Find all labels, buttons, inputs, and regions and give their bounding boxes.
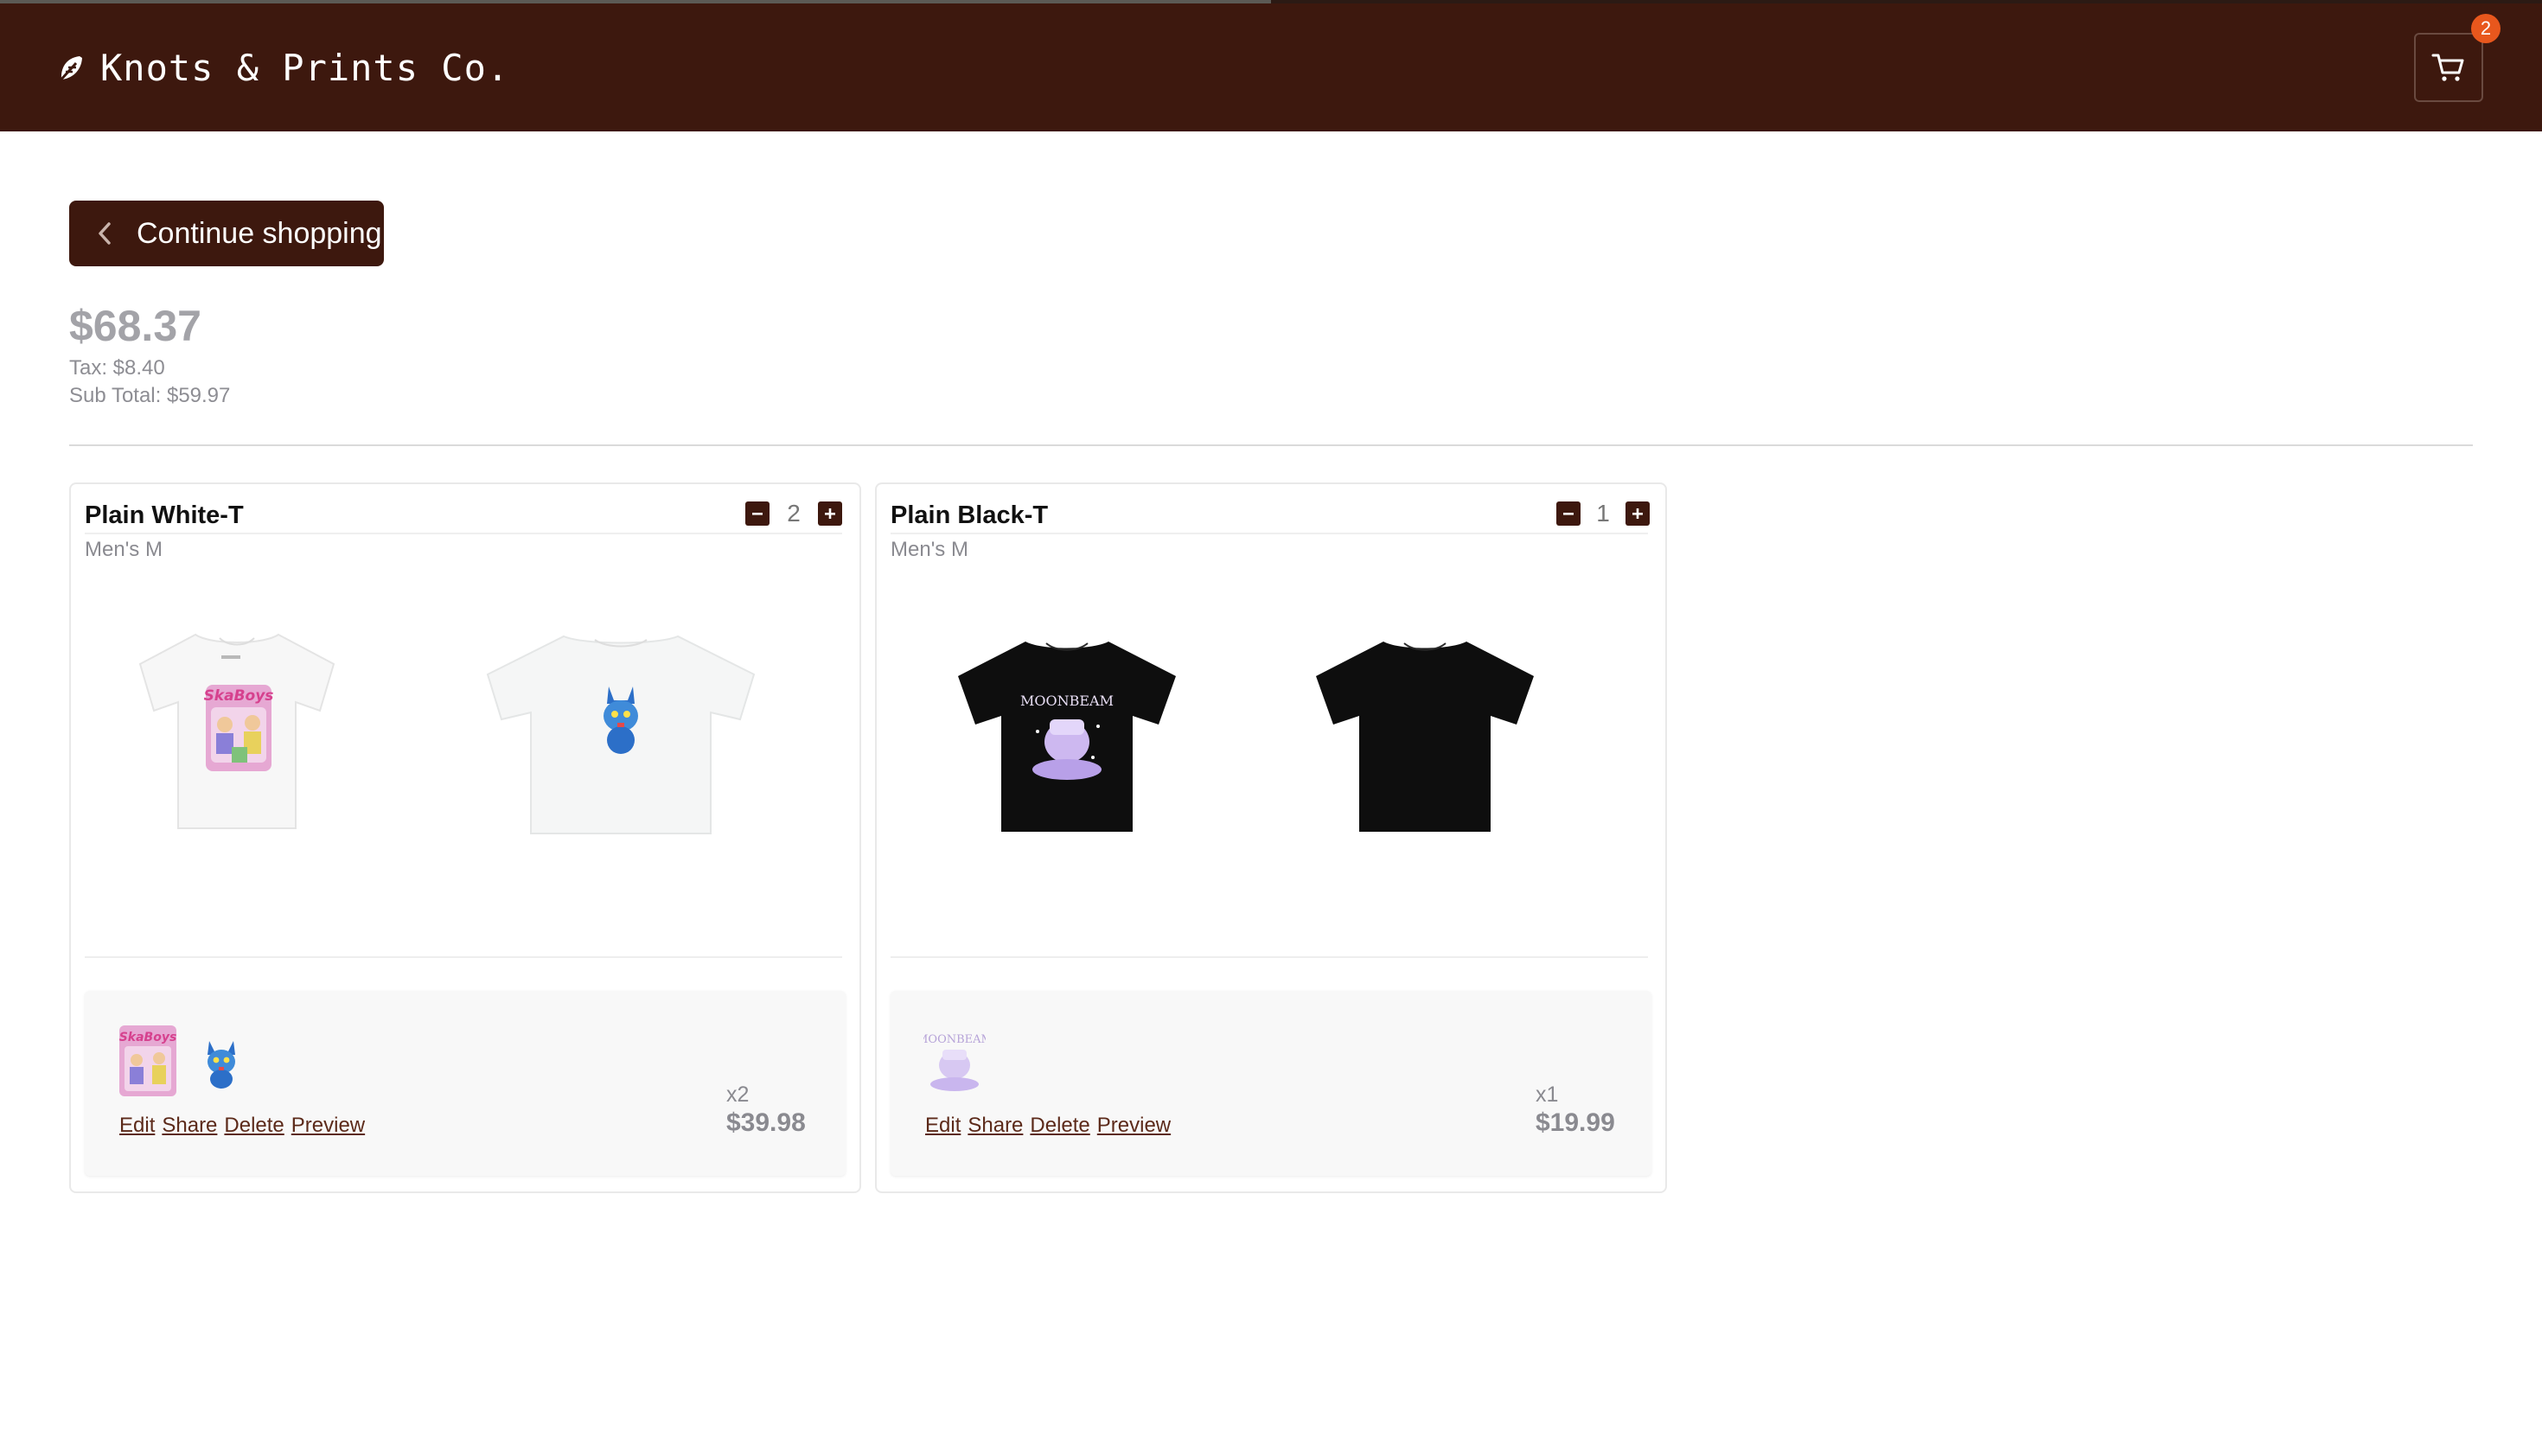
cart-button[interactable]	[2414, 33, 2483, 102]
cart-item-card: Plain Black-T 1 Men's M MOONBEAM MO	[875, 482, 1667, 1193]
plus-icon	[1632, 508, 1643, 519]
minus-icon	[1563, 513, 1574, 515]
decrease-quantity-button[interactable]	[745, 501, 770, 526]
preview-link[interactable]: Preview	[1097, 1114, 1171, 1137]
item-title: Plain Black-T	[891, 501, 1049, 529]
subtotal-amount: Sub Total: $59.97	[69, 384, 231, 407]
item-multiplier: x2	[726, 1082, 750, 1107]
design-summary-panel: SkaBoys Edit Share Delete Preview x2 $39.98	[85, 991, 846, 1176]
quantity-stepper: 2	[745, 500, 842, 527]
edit-link[interactable]: Edit	[119, 1114, 155, 1137]
share-link[interactable]: Share	[162, 1114, 217, 1137]
share-link[interactable]: Share	[968, 1114, 1023, 1137]
quantity-stepper: 1	[1556, 500, 1650, 527]
black-tshirt-front-image: MOONBEAM	[958, 642, 1176, 832]
white-tshirt-back-image	[486, 635, 756, 834]
svg-text:SkaBoys: SkaBoys	[204, 687, 274, 705]
delete-link[interactable]: Delete	[1030, 1114, 1089, 1137]
quantity-value: 1	[1596, 500, 1610, 527]
design-actions: Edit Share Delete Preview	[119, 1114, 372, 1138]
app-header: Knots & Prints Co.	[0, 3, 2542, 131]
design-thumbnail[interactable]: SkaBoys	[118, 1022, 178, 1098]
minus-icon	[752, 513, 763, 515]
item-variant: Men's M	[85, 538, 163, 561]
plus-icon	[825, 508, 835, 519]
white-tshirt-front-image: SkaBoys	[138, 633, 335, 829]
continue-shopping-label: Continue shopping	[137, 216, 382, 250]
continue-shopping-button[interactable]: Continue shopping	[69, 201, 384, 266]
preview-link[interactable]: Preview	[291, 1114, 365, 1137]
skaterboys-print: SkaBoys	[204, 685, 274, 771]
decrease-quantity-button[interactable]	[1556, 501, 1581, 526]
item-price: $19.99	[1536, 1108, 1615, 1137]
card-separator	[891, 956, 1648, 958]
black-tshirt-back-image	[1316, 642, 1534, 832]
title-underline	[891, 533, 1648, 534]
tax-amount: Tax: $8.40	[69, 356, 165, 380]
delete-link[interactable]: Delete	[224, 1114, 284, 1137]
design-actions: Edit Share Delete Preview	[925, 1114, 1178, 1138]
item-multiplier: x1	[1536, 1082, 1559, 1107]
svg-text:SkaBoys: SkaBoys	[119, 1031, 177, 1044]
brand[interactable]: Knots & Prints Co.	[54, 47, 509, 89]
divider	[69, 444, 2473, 446]
feather-icon	[57, 55, 82, 83]
increase-quantity-button[interactable]	[1625, 501, 1650, 526]
design-thumbnail[interactable]: MOONBEAM	[923, 1029, 986, 1095]
card-separator	[85, 956, 842, 958]
item-variant: Men's M	[891, 538, 968, 561]
design-thumbnail[interactable]	[202, 1038, 240, 1089]
svg-text:MOONBEAM: MOONBEAM	[1020, 693, 1114, 709]
order-total: $68.37	[69, 302, 201, 350]
item-price: $39.98	[726, 1108, 806, 1137]
svg-text:MOONBEAM: MOONBEAM	[923, 1033, 986, 1046]
chevron-left-icon	[99, 222, 111, 245]
quantity-value: 2	[787, 500, 801, 527]
title-underline	[85, 533, 842, 534]
cart-icon	[2431, 54, 2464, 81]
item-title: Plain White-T	[85, 501, 244, 529]
brand-name: Knots & Prints Co.	[100, 47, 510, 89]
cart-count-badge: 2	[2471, 14, 2500, 43]
increase-quantity-button[interactable]	[818, 501, 842, 526]
cart-item-card: Plain White-T 2 Men's M SkaBoys SkaBoys …	[69, 482, 861, 1193]
edit-link[interactable]: Edit	[925, 1114, 961, 1137]
design-summary-panel: MOONBEAM Edit Share Delete Preview x1 $19.9…	[891, 991, 1651, 1176]
